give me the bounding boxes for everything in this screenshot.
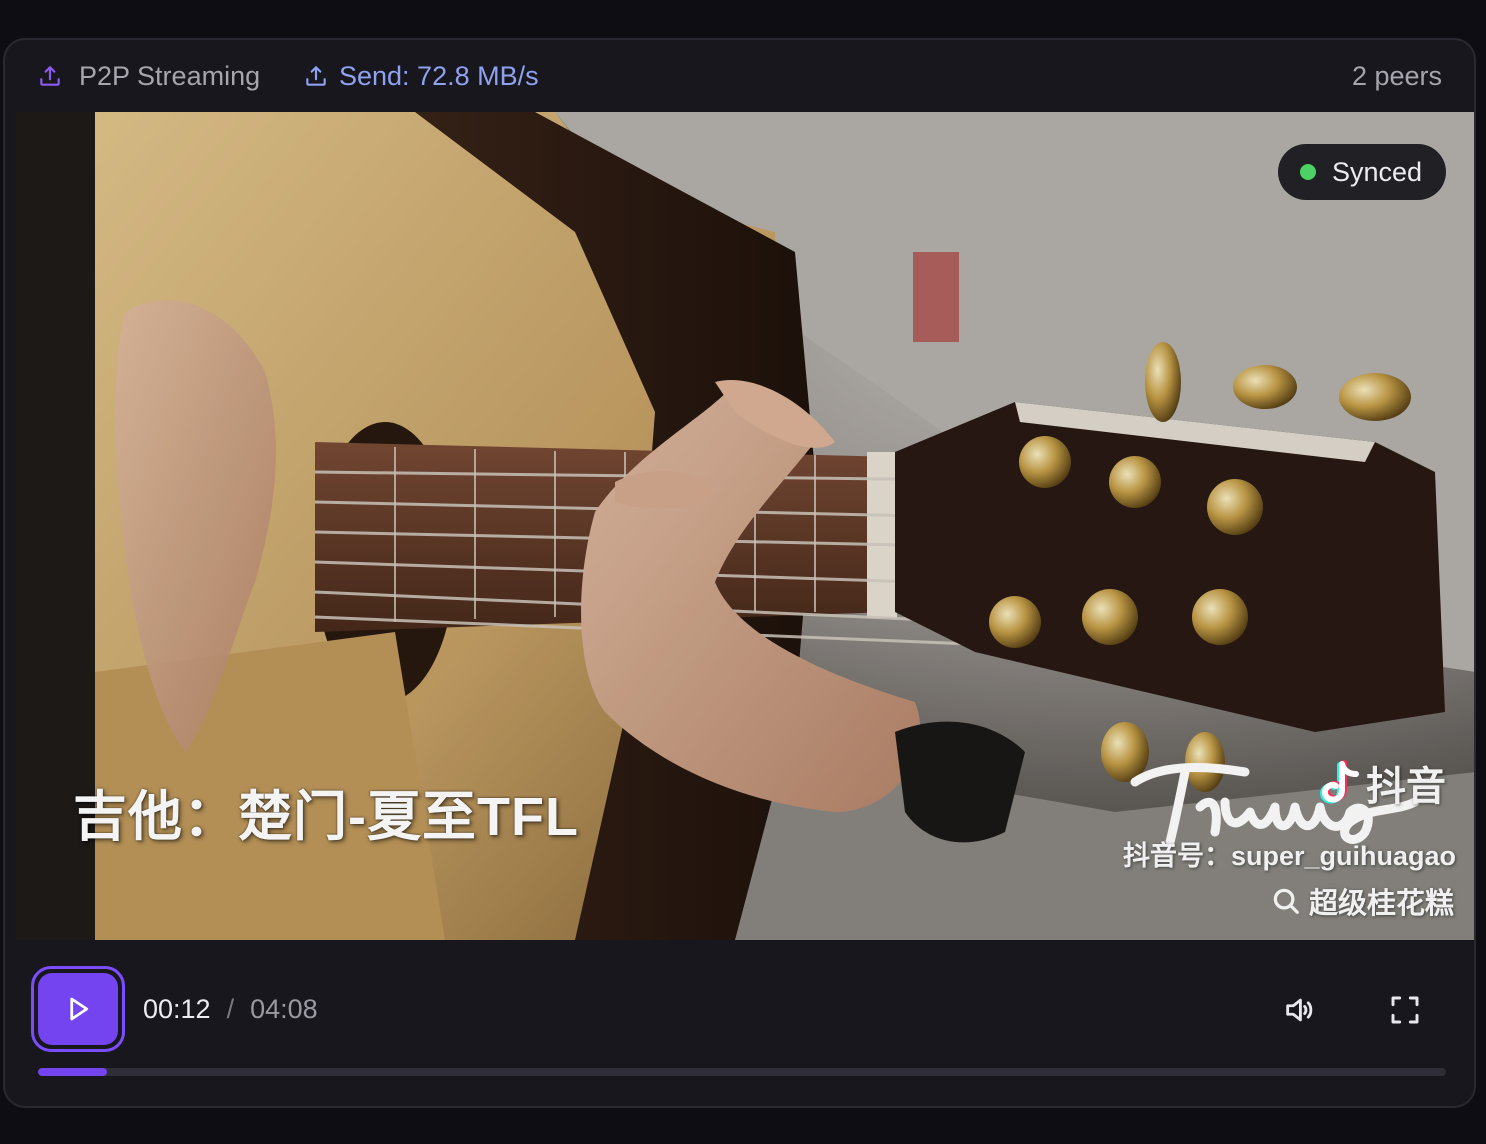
status-dot [1299,164,1316,180]
stream-label: P2P Streaming [79,60,261,91]
video-subtitle: 吉他：楚门-夏至TFL [73,787,579,847]
total-time: 04:08 [250,993,318,1024]
volume-button[interactable] [1277,988,1321,1032]
peer-count: 2 peers [1351,60,1442,91]
tiktok-logo-icon [1320,760,1360,806]
current-time: 00:12 [143,993,211,1024]
video-player: P2P Streaming Send: 72.8 MB/s 2 peers Sy… [3,38,1476,1108]
send-rate-label: Send: 72.8 MB/s [339,60,539,91]
douyin-account: 抖音号：super_guihuagao [1122,841,1456,871]
douyin-brand-label: 抖音 [1366,765,1446,809]
progress-bar[interactable] [38,1068,1446,1076]
volume-icon [1282,993,1316,1027]
stream-status: P2P Streaming [37,40,260,112]
sync-status-badge: Synced [1277,144,1446,200]
upload-icon [303,63,329,89]
fullscreen-button[interactable] [1383,988,1427,1032]
sync-status-label: Synced [1331,156,1422,187]
player-controls: 00:12 / 04:08 [5,940,1474,1106]
video-frame[interactable]: Synced 吉他：楚门-夏至TFL 抖音 抖音号：super_guihuaga… [15,112,1474,940]
time-separator: / [226,993,235,1024]
upload-icon [37,63,63,89]
play-icon [63,994,93,1024]
play-button[interactable] [31,966,125,1052]
player-header: P2P Streaming Send: 72.8 MB/s 2 peers [5,40,1474,112]
progress-fill [38,1068,107,1076]
time-display: 00:12 / 04:08 [143,966,318,1052]
send-rate: Send: 72.8 MB/s [303,40,539,112]
douyin-brand: 抖音 [1320,754,1446,812]
douyin-search-label: 超级桂花糕 [1308,888,1454,920]
douyin-search: 超级桂花糕 [1271,880,1454,922]
fullscreen-icon [1389,994,1421,1026]
search-icon [1271,886,1301,916]
